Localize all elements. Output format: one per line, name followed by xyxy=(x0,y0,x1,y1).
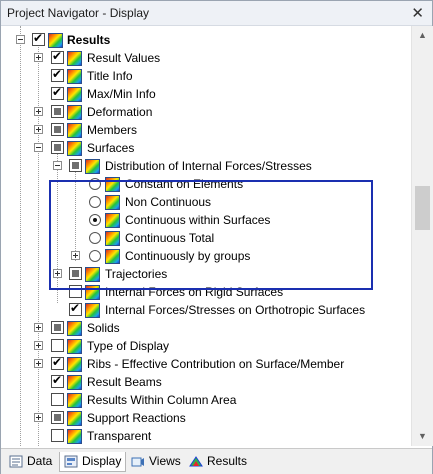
tab-data[interactable]: Data xyxy=(5,452,56,471)
results-checkbox[interactable] xyxy=(32,31,45,46)
type-of-display-checkbox[interactable] xyxy=(51,339,64,352)
solids-label: Solids xyxy=(87,321,120,335)
collapse-icon[interactable] xyxy=(53,161,62,170)
deformation-label: Deformation xyxy=(87,105,153,119)
display-icon xyxy=(64,455,78,468)
members-label: Members xyxy=(87,123,138,137)
tree-item-type-of-display[interactable]: Type of Display xyxy=(1,337,411,355)
title-info-label: Title Info xyxy=(87,69,133,83)
deformation-icon xyxy=(67,105,82,120)
close-icon[interactable]: ✕ xyxy=(411,4,424,22)
tab-results[interactable]: Results xyxy=(185,452,251,471)
distribution-icon xyxy=(85,159,100,174)
members-icon xyxy=(67,123,82,138)
expand-icon[interactable] xyxy=(34,359,43,368)
tab-views[interactable]: Views xyxy=(127,452,185,471)
deformation-checkbox[interactable] xyxy=(51,105,64,118)
tree-item-solids[interactable]: Solids xyxy=(1,319,411,337)
result-values-icon xyxy=(67,51,82,66)
results-within-column-area-label: Results Within Column Area xyxy=(87,393,237,407)
scroll-up-icon[interactable]: ▲ xyxy=(418,30,427,40)
scroll-down-icon[interactable]: ▼ xyxy=(418,431,427,441)
tree-item-results[interactable]: Results xyxy=(1,31,411,49)
support-reactions-icon xyxy=(67,411,82,426)
tree-item-deformation[interactable]: Deformation xyxy=(1,103,411,121)
tree-item-support-reactions[interactable]: Support Reactions xyxy=(1,409,411,427)
scrollbar-thumb[interactable] xyxy=(415,186,430,230)
expand-icon[interactable] xyxy=(34,107,43,116)
type-of-display-label: Type of Display xyxy=(87,339,170,353)
expand-icon[interactable] xyxy=(34,341,43,350)
transparent-checkbox[interactable] xyxy=(51,429,64,442)
collapse-icon[interactable] xyxy=(16,35,25,44)
surfaces-checkbox[interactable] xyxy=(51,141,64,154)
tree-item-result-values[interactable]: Result Values xyxy=(1,49,411,67)
title-bar: Project Navigator - Display ✕ xyxy=(1,1,432,26)
results-tab-icon xyxy=(189,456,203,467)
window-title: Project Navigator - Display xyxy=(7,6,150,20)
expand-icon[interactable] xyxy=(34,125,43,134)
transparent-label: Transparent xyxy=(87,429,152,443)
tree-item-maxmin-info[interactable]: Max/Min Info xyxy=(1,85,411,103)
maxmin-info-checkbox[interactable] xyxy=(51,85,64,100)
internal-forces-orthotropic-icon xyxy=(85,303,100,318)
tree-item-result-beams[interactable]: Result Beams xyxy=(1,373,411,391)
distribution-label: Distribution of Internal Forces/Stresses xyxy=(105,159,312,173)
members-checkbox[interactable] xyxy=(51,123,64,136)
tree-item-transparent[interactable]: Transparent xyxy=(1,427,411,445)
tree-item-surfaces[interactable]: Surfaces xyxy=(1,139,411,157)
tree-item-internal-forces-orthotropic[interactable]: Internal Forces/Stresses on Orthotropic … xyxy=(1,301,411,319)
tree-item-title-info[interactable]: Title Info xyxy=(1,67,411,85)
distribution-checkbox[interactable] xyxy=(69,159,82,172)
results-label: Results xyxy=(67,33,111,47)
support-reactions-checkbox[interactable] xyxy=(51,411,64,424)
expand-icon[interactable] xyxy=(34,323,43,332)
result-beams-icon xyxy=(67,375,82,390)
views-icon xyxy=(131,457,144,467)
tree-item-results-within-column-area[interactable]: Results Within Column Area xyxy=(1,391,411,409)
ribs-label: Ribs - Effective Contribution on Surface… xyxy=(87,357,345,371)
result-beams-checkbox[interactable] xyxy=(51,373,64,388)
data-icon xyxy=(9,455,23,468)
solids-checkbox[interactable] xyxy=(51,321,64,334)
vertical-scrollbar[interactable]: ▲ ▼ xyxy=(411,26,433,446)
support-reactions-label: Support Reactions xyxy=(87,411,186,425)
results-within-column-area-icon xyxy=(67,393,82,408)
tab-views-label: Views xyxy=(149,454,181,468)
highlight-frame xyxy=(49,180,373,290)
transparent-icon xyxy=(67,429,82,444)
display-tree: Results Result Values Title Info Max/Min… xyxy=(1,26,411,446)
expand-icon[interactable] xyxy=(34,413,43,422)
result-values-label: Result Values xyxy=(87,51,161,65)
tab-display[interactable]: Display xyxy=(59,452,127,472)
tab-data-label: Data xyxy=(27,454,53,468)
tree-item-distribution[interactable]: Distribution of Internal Forces/Stresses xyxy=(1,157,411,175)
expand-icon[interactable] xyxy=(34,53,43,62)
surfaces-icon xyxy=(67,141,82,156)
internal-forces-orthotropic-checkbox[interactable] xyxy=(69,301,82,316)
collapse-icon[interactable] xyxy=(34,143,43,152)
title-info-checkbox[interactable] xyxy=(51,67,64,82)
tab-results-label: Results xyxy=(207,454,248,468)
tree-item-members[interactable]: Members xyxy=(1,121,411,139)
results-within-column-area-checkbox[interactable] xyxy=(51,393,64,406)
maxmin-info-label: Max/Min Info xyxy=(87,87,156,101)
result-values-checkbox[interactable] xyxy=(51,49,64,64)
title-info-icon xyxy=(67,69,82,84)
internal-forces-orthotropic-label: Internal Forces/Stresses on Orthotropic … xyxy=(105,303,366,317)
type-of-display-icon xyxy=(67,339,82,354)
navigator-tabs: Data Display Views Results xyxy=(1,448,432,474)
tree-item-ribs[interactable]: Ribs - Effective Contribution on Surface… xyxy=(1,355,411,373)
tab-display-label: Display xyxy=(82,454,122,468)
ribs-checkbox[interactable] xyxy=(51,355,64,370)
surfaces-label: Surfaces xyxy=(87,141,135,155)
results-icon xyxy=(48,33,63,48)
maxmin-info-icon xyxy=(67,87,82,102)
solids-icon xyxy=(67,321,82,336)
project-navigator-window: Project Navigator - Display ✕ Results Re… xyxy=(0,0,433,474)
result-beams-label: Result Beams xyxy=(87,375,162,389)
ribs-icon xyxy=(67,357,82,372)
